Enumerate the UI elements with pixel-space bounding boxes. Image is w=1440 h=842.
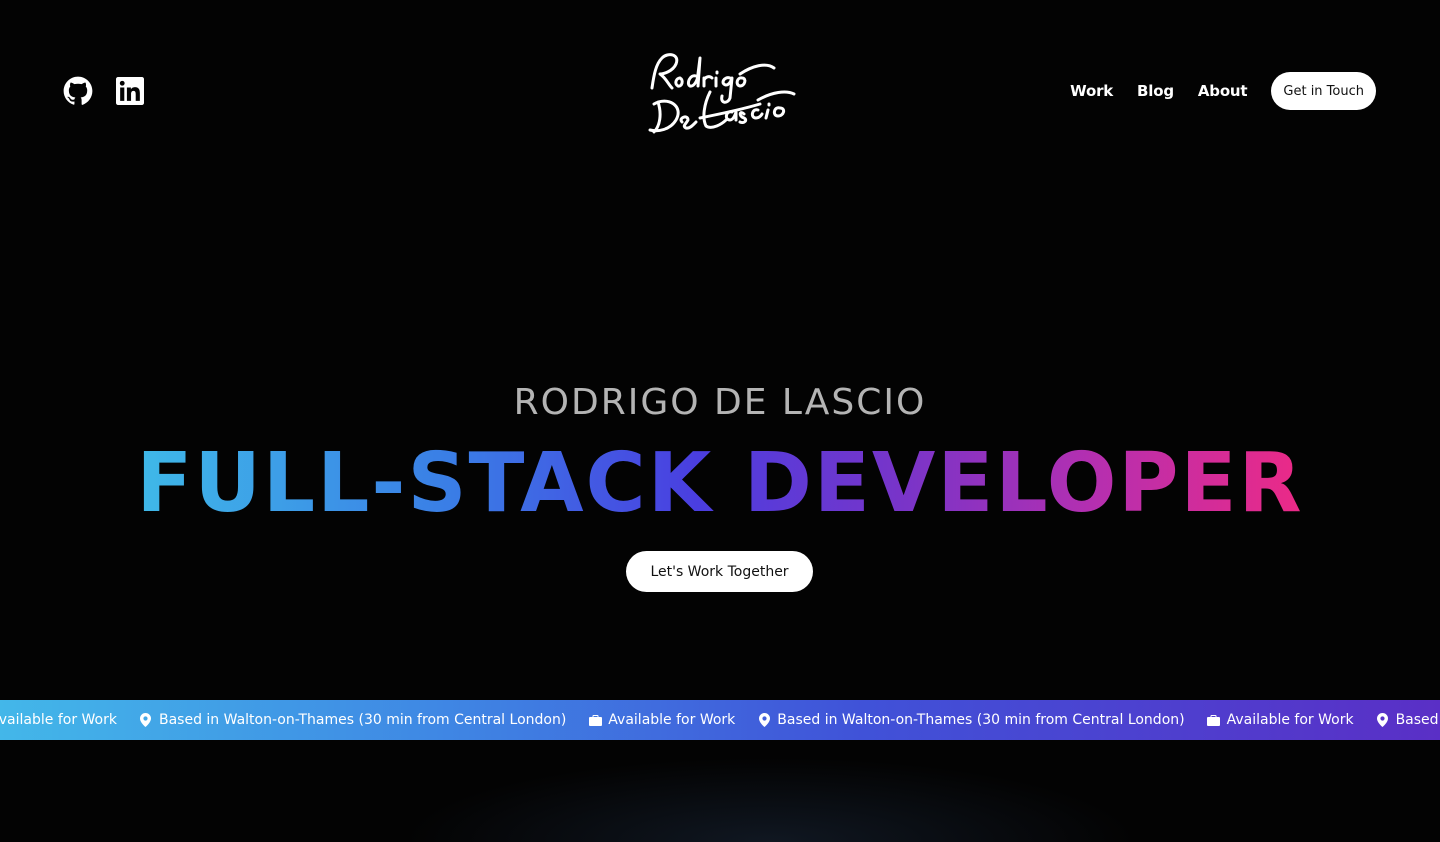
page: Work Blog About Get in Touch RODRIGO DE … — [0, 0, 1440, 842]
ticker-text: Based in Walton-on-Thames (30 min from C… — [1395, 712, 1440, 728]
location-pin-icon — [757, 713, 771, 727]
ticker-text: Based in Walton-on-Thames (30 min from C… — [158, 712, 567, 728]
location-pin-icon — [139, 713, 153, 727]
ticker-text: Available for Work — [608, 712, 736, 728]
ticker-text: Based in Walton-on-Thames (30 min from C… — [777, 712, 1185, 728]
ticker-text: Available for Work — [0, 712, 117, 728]
linkedin-link[interactable] — [115, 76, 145, 106]
ticker-item: Based in Walton-on-Thames (30 min from C… — [757, 712, 1185, 728]
nav-blog[interactable]: Blog — [1137, 82, 1174, 100]
hero-title-text: FULL-STACK DEVELOPER — [136, 436, 1304, 531]
get-in-touch-button[interactable]: Get in Touch — [1271, 72, 1376, 110]
nav-about[interactable]: About — [1198, 82, 1248, 100]
ticker-text: Available for Work — [1226, 712, 1354, 728]
social-links — [63, 76, 145, 106]
location-pin-icon — [1376, 713, 1390, 727]
briefcase-icon — [1207, 713, 1221, 727]
briefcase-icon — [588, 713, 602, 727]
hero-name: RODRIGO DE LASCIO — [513, 382, 927, 423]
signature-logo-graphic — [648, 53, 796, 134]
github-icon — [63, 76, 93, 105]
ticker-track: Available for Work Based in Walton-on-Th… — [0, 700, 1440, 740]
nav-work[interactable]: Work — [1070, 82, 1113, 100]
github-link[interactable] — [63, 76, 93, 106]
ticker-item: Available for Work — [1207, 712, 1354, 728]
signature-logo[interactable] — [640, 44, 800, 140]
info-ticker: Available for Work Based in Walton-on-Th… — [0, 700, 1440, 740]
main-nav: Work Blog About Get in Touch — [1070, 72, 1376, 110]
work-together-button[interactable]: Let's Work Together — [626, 551, 813, 592]
ticker-item: Available for Work — [0, 712, 117, 728]
ticker-item: Based in Walton-on-Thames (30 min from C… — [1376, 712, 1440, 728]
ticker-item: Available for Work — [588, 712, 735, 728]
hero-title: FULL-STACK DEVELOPER — [0, 436, 1440, 532]
site-header: Work Blog About Get in Touch — [0, 0, 1440, 182]
ticker-item: Based in Walton-on-Thames (30 min from C… — [139, 712, 566, 728]
linkedin-icon — [116, 77, 144, 105]
